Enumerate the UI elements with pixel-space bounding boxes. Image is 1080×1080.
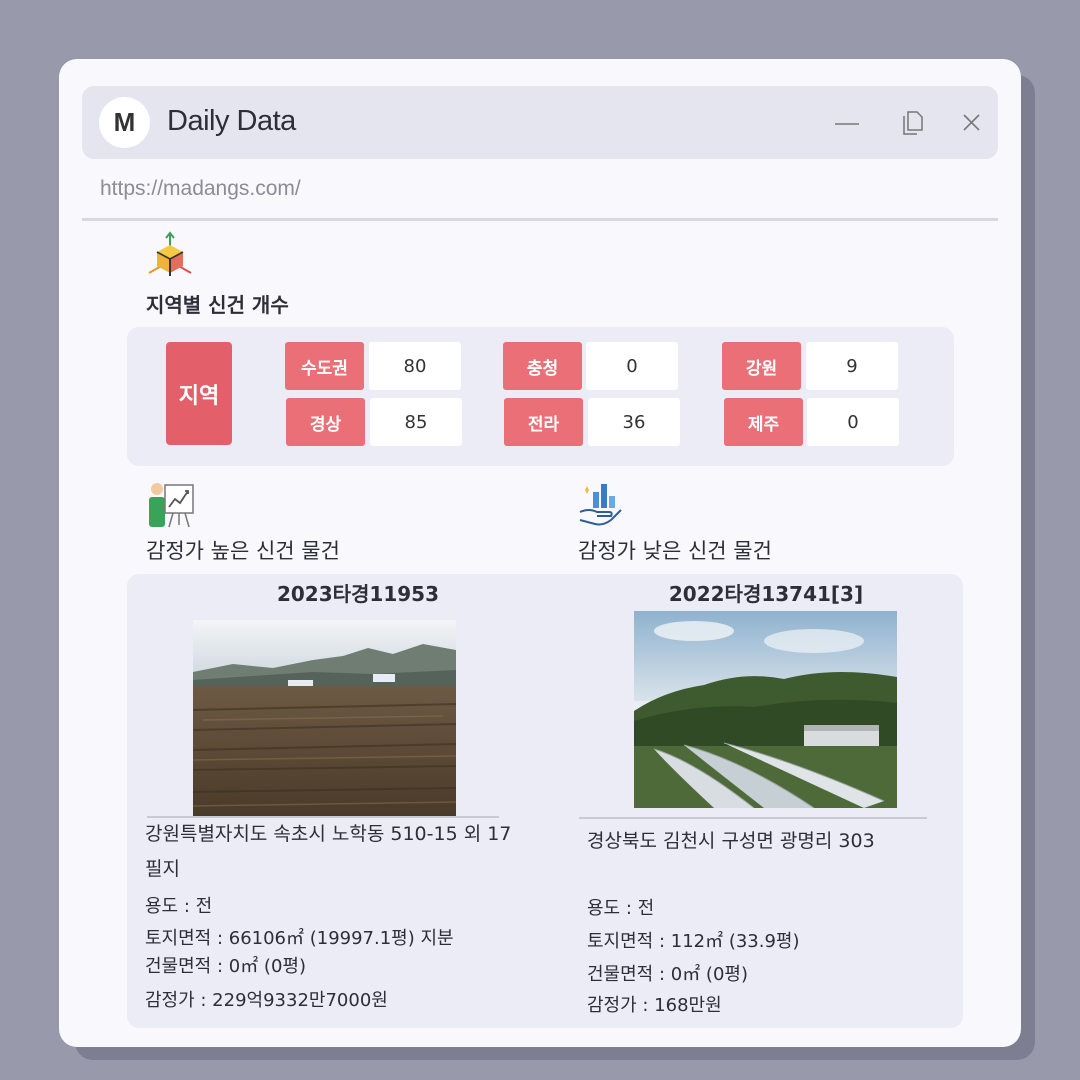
low-item-card[interactable]: 2022타경13741[3] 경상북도 김천시 구성면 광명리 303 용도 :… [569,574,963,1028]
minimize-icon[interactable] [832,108,862,138]
region-tag-jeju: 제주 [724,398,803,446]
high-case-number[interactable]: 2023타경11953 [127,578,589,607]
low-usage: 용도 : 전 [587,898,655,919]
axis-cube-icon [148,231,192,276]
hand-chart-icon [579,484,622,526]
low-appraisal: 감정가 : 168만원 [587,995,722,1016]
region-count-chungcheong: 0 [586,342,678,390]
header-divider [82,218,998,221]
region-tag-gyeongsang: 경상 [286,398,365,446]
region-count-gangwon: 9 [806,342,898,390]
region-tag-jeolla: 전라 [504,398,583,446]
high-land-area: 토지면적 : 66106㎡ (19997.1평) 지분 [145,928,454,949]
presentation-chart-icon [149,483,194,528]
high-item-photo [193,620,456,816]
region-tag-chungcheong: 충청 [503,342,582,390]
region-panel: 지역 수도권 80 경상 85 충청 0 전라 36 강원 9 제주 0 [127,327,954,466]
title-bar: M Daily Data [82,86,998,159]
low-land-area: 토지면적 : 112㎡ (33.9평) [587,931,800,952]
app-logo: M [99,97,150,148]
url-text[interactable]: https://madangs.com/ [100,177,301,201]
high-appraisal: 감정가 : 229억9332만7000원 [145,990,388,1011]
low-address: 경상북도 김천시 구성면 광명리 303 [587,830,875,852]
restore-icon[interactable] [897,108,927,138]
high-building-area: 건물면적 : 0㎡ (0평) [145,956,306,977]
high-item-card[interactable]: 2023타경11953 강원특별자치도 속초시 노학동 510-15 외 17 … [127,574,589,1028]
high-address: 강원특별자치도 속초시 노학동 510-15 외 17 필지 [145,823,512,880]
low-section-title: 감정가 낮은 신건 물건 [578,539,772,563]
close-icon[interactable] [957,108,987,138]
region-main-label: 지역 [166,342,232,445]
region-section-title: 지역별 신건 개수 [146,293,289,317]
region-count-gyeongsang: 85 [370,398,462,446]
region-tag-sudogwon: 수도권 [285,342,364,390]
low-item-photo [634,611,897,808]
region-count-jeolla: 36 [588,398,680,446]
region-tag-gangwon: 강원 [722,342,801,390]
region-count-jeju: 0 [807,398,899,446]
region-count-sudogwon: 80 [369,342,461,390]
high-usage: 용도 : 전 [145,896,213,917]
low-case-number[interactable]: 2022타경13741[3] [569,578,963,607]
low-building-area: 건물면적 : 0㎡ (0평) [587,964,748,985]
high-section-title: 감정가 높은 신건 물건 [146,539,340,563]
app-window: M Daily Data https://madangs.com/ 지역별 신건… [59,59,1021,1047]
low-card-divider [579,817,927,819]
app-title: Daily Data [167,105,296,137]
